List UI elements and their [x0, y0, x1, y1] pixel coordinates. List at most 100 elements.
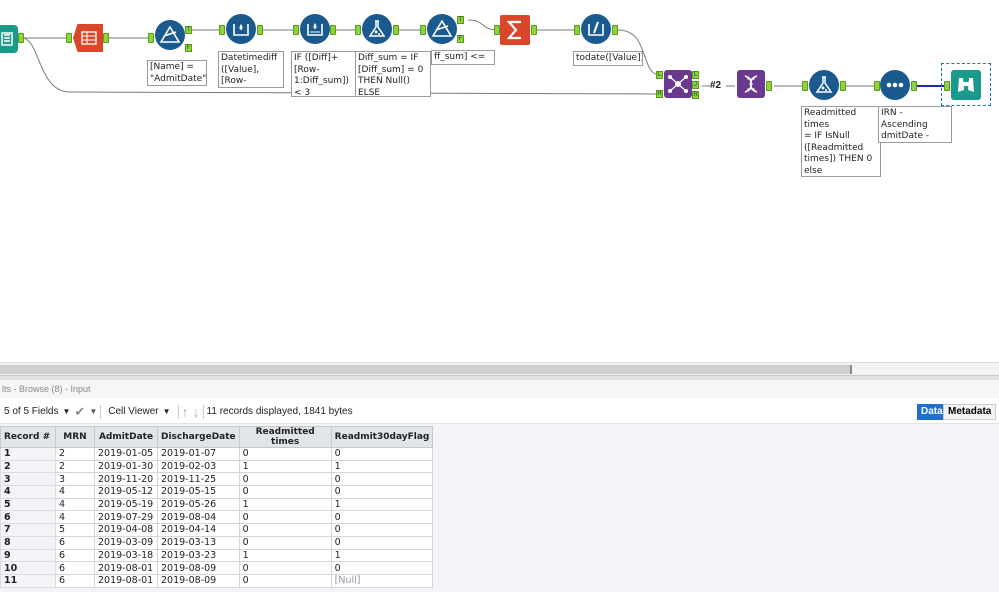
table-cell[interactable]: 4 — [55, 510, 95, 525]
summarize-input-anchor[interactable] — [494, 25, 500, 35]
row-number[interactable]: 11 — [0, 573, 56, 588]
table-row[interactable]: 8 6 2019-03-09 2019-03-13 0 0 — [0, 535, 434, 550]
row-number[interactable]: 10 — [0, 561, 56, 575]
table-cell[interactable]: 0 — [238, 535, 332, 550]
table-cell[interactable]: 4 — [55, 497, 95, 512]
table-row[interactable]: 2 2 2019-01-30 2019-02-03 1 1 — [0, 459, 434, 474]
table-row[interactable]: 7 5 2019-04-08 2019-04-14 0 0 — [0, 523, 434, 537]
table-cell[interactable]: 2019-08-04 — [157, 510, 240, 525]
multirow-formula-tool-2[interactable] — [362, 14, 392, 44]
table-cell[interactable]: 0 — [330, 561, 434, 575]
table-cell[interactable]: 0 — [238, 523, 332, 537]
table-cell[interactable]: 6 — [55, 548, 95, 563]
filter2-true-anchor[interactable]: T — [457, 16, 464, 24]
table-cell[interactable]: 2 — [55, 447, 95, 461]
table-row[interactable]: 11 6 2019-08-01 2019-08-09 0 [Null] — [0, 573, 434, 588]
multirow2-input-anchor[interactable] — [355, 25, 361, 35]
table-cell[interactable]: 2019-04-08 — [94, 523, 158, 537]
filter2-input-anchor[interactable] — [420, 25, 426, 35]
join-join-output-anchor[interactable]: J — [692, 81, 699, 89]
row-number[interactable]: 4 — [0, 485, 56, 499]
row-number[interactable]: 5 — [0, 497, 56, 512]
table-cell[interactable]: 4 — [55, 485, 95, 499]
table-cell[interactable]: [Null] — [330, 573, 434, 588]
cell-viewer-dropdown[interactable]: Cell Viewer ▼ — [104, 406, 174, 417]
table-cell[interactable]: 1 — [238, 459, 332, 474]
table-cell[interactable]: 0 — [330, 447, 434, 461]
canvas-horizontal-scrollbar[interactable] — [0, 362, 999, 375]
formula-tool-2[interactable] — [809, 70, 839, 100]
table-cell[interactable]: 6 — [55, 561, 95, 575]
datetime-tool[interactable] — [581, 14, 611, 44]
filter-tool-1[interactable] — [155, 20, 185, 50]
row-number[interactable]: 7 — [0, 523, 56, 537]
column-header-dischargedate[interactable]: DischargeDate — [157, 426, 240, 448]
filter-tool-2[interactable] — [427, 14, 457, 44]
table-row[interactable]: 9 6 2019-03-18 2019-03-23 1 1 — [0, 548, 434, 563]
select-tool[interactable] — [737, 70, 765, 98]
filter2-false-anchor[interactable]: F — [457, 35, 464, 43]
workflow-canvas[interactable]: T F [Name] = "AdmitDate" Datetimediff ([… — [0, 0, 999, 375]
table-cell[interactable]: 2019-05-19 — [94, 497, 158, 512]
input-output-anchor[interactable] — [18, 33, 24, 43]
arrow-up-icon[interactable]: ↑ — [182, 404, 189, 420]
join-left-input-anchor[interactable]: L — [656, 71, 663, 79]
formula1-output-anchor[interactable] — [257, 25, 263, 35]
table-cell[interactable]: 1 — [330, 497, 434, 512]
sort-tool[interactable] — [880, 70, 910, 100]
sort-output-anchor[interactable] — [911, 81, 917, 91]
table-cell[interactable]: 1 — [238, 497, 332, 512]
table-cell[interactable]: 0 — [238, 561, 332, 575]
table-row[interactable]: 4 4 2019-05-12 2019-05-15 0 0 — [0, 485, 434, 499]
multirow2-output-anchor[interactable] — [393, 25, 399, 35]
chevron-down-icon[interactable]: ▼ — [89, 407, 97, 416]
scrollbar-thumb[interactable] — [0, 365, 852, 374]
row-number[interactable]: 8 — [0, 535, 56, 550]
row-number[interactable]: 6 — [0, 510, 56, 525]
row-number[interactable]: 2 — [0, 459, 56, 474]
join-right-input-anchor[interactable]: R — [656, 90, 663, 98]
table-cell[interactable]: 2019-08-09 — [157, 561, 240, 575]
column-header-record[interactable]: Record # — [0, 426, 56, 448]
fields-dropdown[interactable]: 5 of 5 Fields ▼ — [0, 406, 74, 417]
table-cell[interactable]: 2019-08-01 — [94, 573, 158, 588]
browse-input-anchor[interactable] — [944, 81, 950, 91]
table-cell[interactable]: 2019-11-20 — [94, 472, 158, 487]
column-header-mrn[interactable]: MRN — [55, 426, 95, 448]
arrow-down-icon[interactable]: ↓ — [193, 404, 200, 420]
table-cell[interactable]: 0 — [330, 523, 434, 537]
table-cell[interactable]: 2019-08-01 — [94, 561, 158, 575]
table-row[interactable]: 3 3 2019-11-20 2019-11-25 0 0 — [0, 472, 434, 487]
table-cell[interactable]: 2019-07-29 — [94, 510, 158, 525]
summarize-tool[interactable] — [500, 15, 530, 45]
table-row[interactable]: 6 4 2019-07-29 2019-08-04 0 0 — [0, 510, 434, 525]
table-cell[interactable]: 2019-01-30 — [94, 459, 158, 474]
transpose-tool[interactable] — [73, 24, 103, 52]
table-cell[interactable]: 1 — [330, 459, 434, 474]
table-cell[interactable]: 0 — [238, 447, 332, 461]
formula1-input-anchor[interactable] — [219, 25, 225, 35]
table-cell[interactable]: 2019-01-05 — [94, 447, 158, 461]
checkmark-icon[interactable]: ✔ — [74, 404, 85, 420]
row-number[interactable]: 3 — [0, 472, 56, 487]
filter1-true-anchor[interactable]: T — [185, 26, 192, 34]
transpose-input-anchor[interactable] — [66, 33, 72, 43]
datetime-output-anchor[interactable] — [612, 25, 618, 35]
table-cell[interactable]: 0 — [238, 573, 332, 588]
table-cell[interactable]: 2019-11-25 — [157, 472, 240, 487]
table-cell[interactable]: 6 — [55, 535, 95, 550]
transpose-output-anchor[interactable] — [103, 33, 109, 43]
table-cell[interactable]: 2019-03-23 — [157, 548, 240, 563]
table-cell[interactable]: 2019-02-03 — [157, 459, 240, 474]
table-cell[interactable]: 1 — [238, 548, 332, 563]
table-cell[interactable]: 1 — [330, 548, 434, 563]
table-cell[interactable]: 2019-05-12 — [94, 485, 158, 499]
table-cell[interactable]: 0 — [330, 472, 434, 487]
table-cell[interactable]: 2019-05-15 — [157, 485, 240, 499]
tab-metadata[interactable]: Metadata — [943, 404, 997, 420]
formula2-output-anchor[interactable] — [840, 81, 846, 91]
join-tool[interactable] — [664, 70, 692, 98]
filter1-false-anchor[interactable]: F — [185, 44, 192, 52]
table-cell[interactable]: 6 — [55, 573, 95, 588]
select-output-anchor[interactable] — [766, 81, 772, 91]
